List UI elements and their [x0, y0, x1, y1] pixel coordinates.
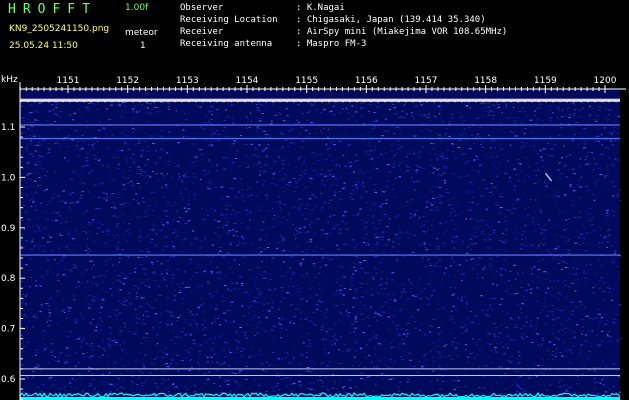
meteor-count: 1 [140, 41, 146, 51]
date-time: 25.05.24 11:50 [9, 41, 78, 51]
y-tick-label: 1.1 [1, 123, 15, 133]
app-title: HROFFT [8, 2, 97, 17]
meteor-label: meteor [125, 28, 158, 38]
plot-background [20, 89, 620, 400]
x-tick-label: 1151 [57, 76, 80, 86]
receiver-value: : AirSpy mini (Miakejima VOR 108.65MHz) [296, 27, 508, 37]
y-tick-label: 0.8 [1, 274, 16, 284]
y-tick-label: 1.0 [1, 173, 16, 183]
x-tick-label: 1154 [236, 76, 259, 86]
version-label: 1.00f [125, 3, 149, 13]
x-tick-label: 1158 [474, 76, 497, 86]
y-tick-label: 0.7 [1, 325, 15, 335]
receiver-label: Receiver [180, 27, 224, 37]
observer-label: Observer [180, 3, 224, 13]
header-panel: HROFFT 1.00f KN9_2505241150.png meteor 2… [0, 0, 629, 74]
file-name: KN9_2505241150.png [9, 24, 110, 34]
y-tick-label: 0.6 [1, 375, 16, 385]
observer-value: : K.Nagai [296, 3, 345, 13]
location-value: : Chigasaki, Japan (139.414 35.340) [296, 15, 486, 25]
location-label: Receiving Location [180, 15, 278, 25]
x-tick-label: 1155 [295, 76, 318, 86]
spectrogram-chart: 1151 1152 1153 1154 1155 1156 1157 1158 1159 1200… [1, 76, 626, 400]
x-tick-label: 1159 [534, 76, 557, 86]
x-tick-label: 1152 [116, 76, 139, 86]
x-tick-label: 1200 [594, 76, 617, 86]
x-tick-label: 1153 [176, 76, 199, 86]
antenna-value: : Maspro FM-3 [296, 39, 367, 49]
y-tick-label: 0.9 [1, 224, 16, 234]
x-tick-label: 1157 [415, 76, 438, 86]
antenna-label: Receiving antenna [180, 39, 273, 49]
x-tick-label: 1156 [355, 76, 378, 86]
